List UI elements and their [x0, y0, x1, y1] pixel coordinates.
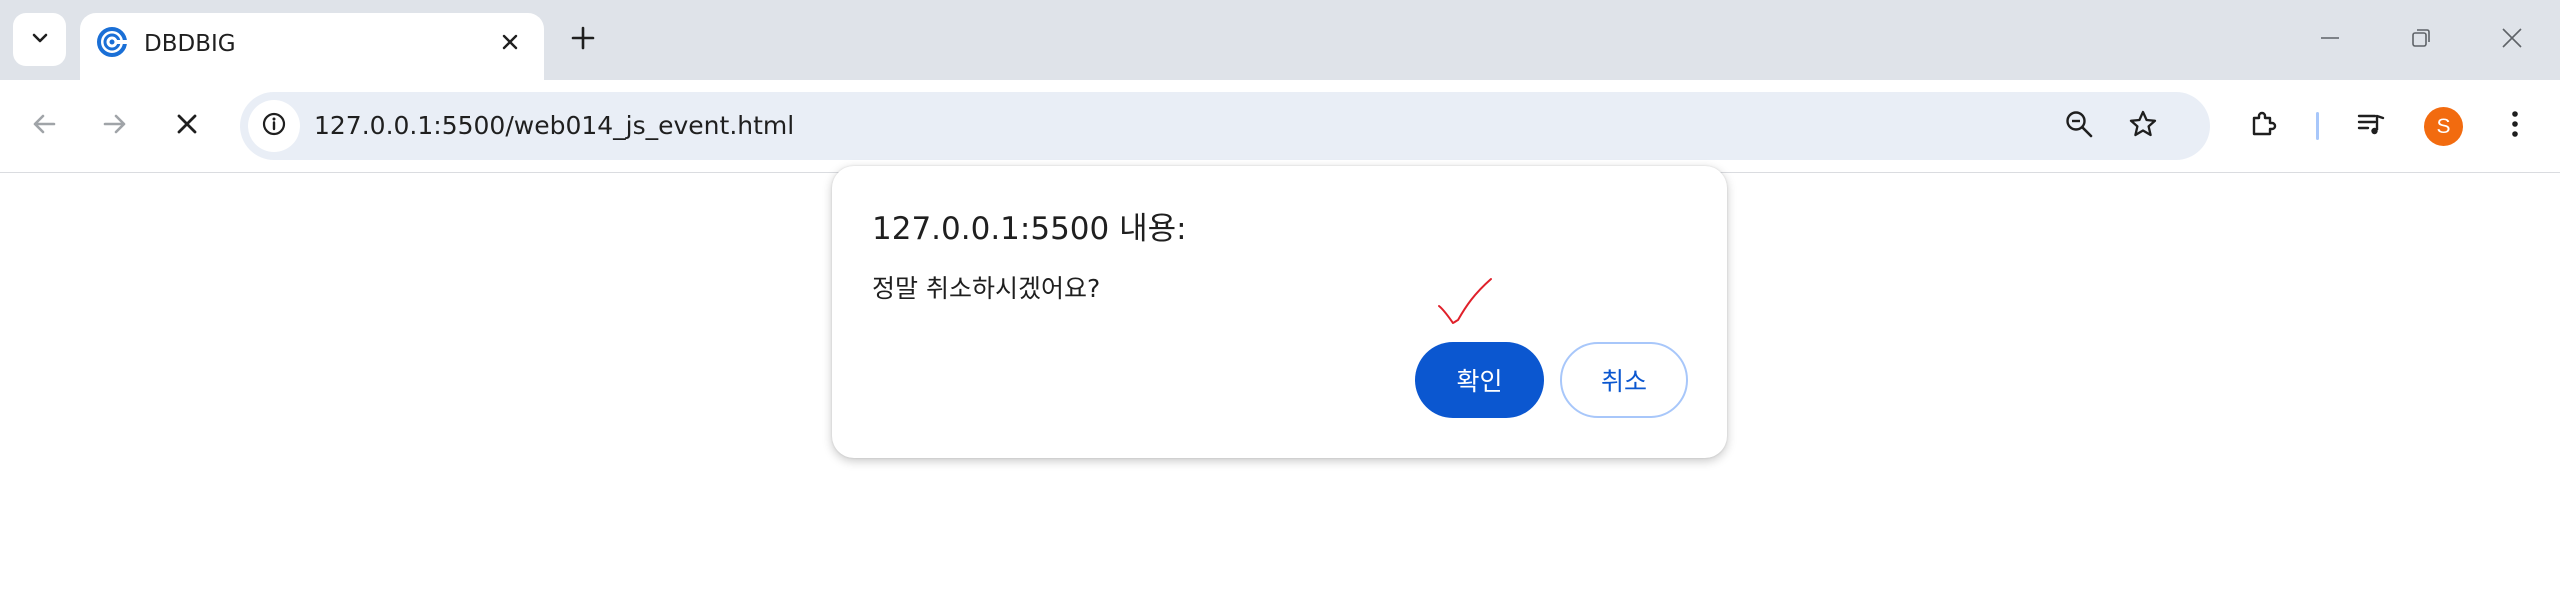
tab-active[interactable]: DBDBIG: [80, 13, 544, 80]
minimize-button[interactable]: [2306, 16, 2354, 64]
stop-loading-button[interactable]: [166, 105, 208, 147]
media-button[interactable]: [2350, 105, 2392, 147]
profile-avatar[interactable]: S: [2424, 107, 2463, 146]
back-button[interactable]: [23, 105, 65, 147]
chevron-down-icon: [29, 27, 51, 53]
new-tab-button[interactable]: [562, 19, 604, 61]
restore-button[interactable]: [2397, 16, 2445, 64]
puzzle-icon: [2248, 108, 2280, 144]
arrow-right-icon: [101, 110, 129, 142]
url-text[interactable]: 127.0.0.1:5500/web014_js_event.html: [314, 111, 794, 141]
cancel-button[interactable]: 취소: [1560, 342, 1688, 418]
confirm-dialog: 127.0.0.1:5500 내용: 정말 취소하시겠어요? 확인 취소: [832, 166, 1727, 458]
annotation-check-icon: [1438, 278, 1492, 324]
tab-title: DBDBIG: [144, 31, 236, 57]
dialog-title: 127.0.0.1:5500 내용:: [872, 211, 1187, 247]
close-icon: [2501, 27, 2523, 53]
info-icon: [261, 111, 287, 141]
zoom-out-icon: [2064, 109, 2094, 143]
dialog-message: 정말 취소하시겠어요?: [872, 274, 1101, 303]
zoom-button[interactable]: [2058, 105, 2100, 147]
site-info-button[interactable]: [248, 100, 300, 152]
restore-icon: [2410, 27, 2432, 53]
star-icon: [2128, 109, 2158, 143]
window-close-button[interactable]: [2488, 16, 2536, 64]
toolbar: 127.0.0.1:5500/web014_js_event.html S: [0, 80, 2560, 173]
address-bar[interactable]: 127.0.0.1:5500/web014_js_event.html: [240, 92, 2210, 160]
more-vertical-icon: [2509, 109, 2521, 143]
forward-button[interactable]: [94, 105, 136, 147]
browser-window: DBDBIG 127.0.0.1:5500/web014_js_event.ht…: [0, 0, 2560, 604]
tab-strip: DBDBIG: [0, 0, 2560, 80]
ok-button[interactable]: 확인: [1415, 342, 1544, 418]
minimize-icon: [2319, 27, 2341, 53]
toolbar-divider: [2316, 112, 2319, 140]
plus-icon: [570, 25, 596, 55]
bookmark-button[interactable]: [2122, 105, 2164, 147]
tab-search-button[interactable]: [13, 13, 66, 66]
arrow-left-icon: [30, 110, 58, 142]
site-favicon-icon: [95, 25, 129, 59]
stop-loading-icon: [175, 112, 199, 140]
extensions-button[interactable]: [2243, 105, 2285, 147]
browser-menu-button[interactable]: [2494, 105, 2536, 147]
media-queue-icon: [2355, 108, 2387, 144]
close-icon[interactable]: [493, 25, 527, 59]
